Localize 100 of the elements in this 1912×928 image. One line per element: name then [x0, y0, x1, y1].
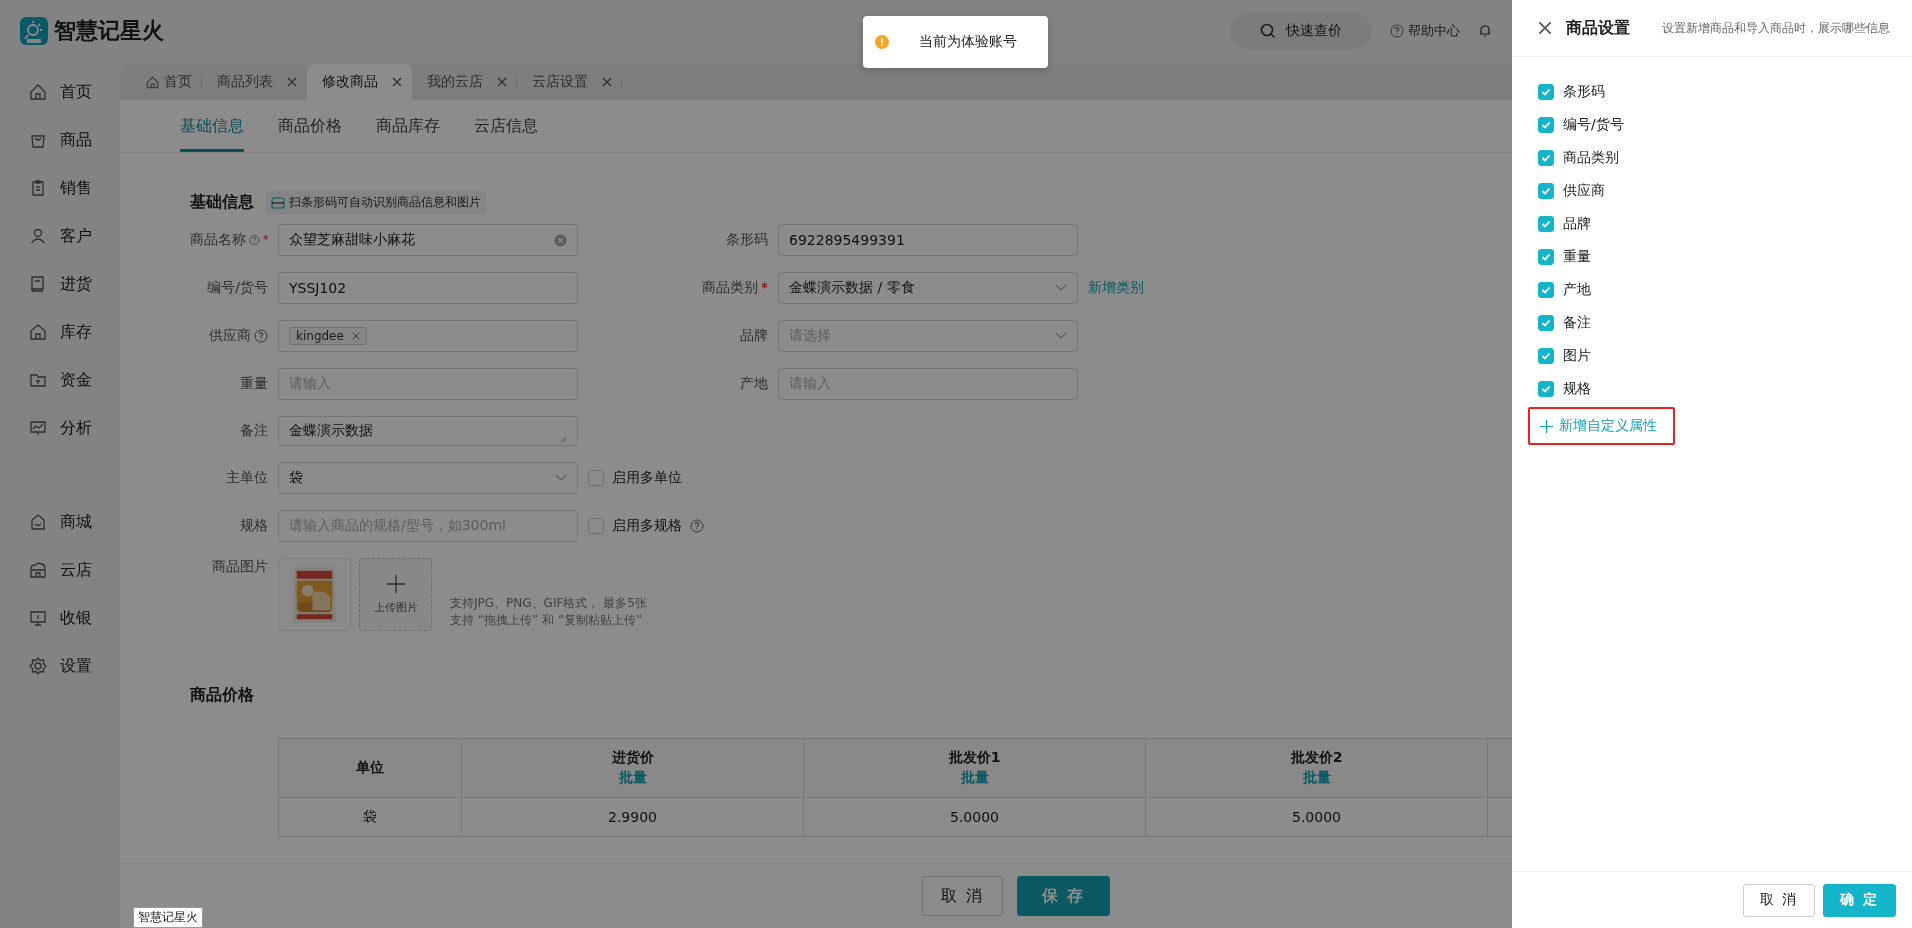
tab[interactable]: 我的云店: [412, 64, 517, 100]
sidebar-item[interactable]: 资金: [0, 356, 120, 404]
checkbox[interactable]: [1538, 215, 1554, 232]
checkbox-label: 启用多规格: [612, 517, 682, 535]
sidebar-item[interactable]: 分析: [0, 404, 120, 452]
upload-button[interactable]: 上传图片: [359, 558, 432, 631]
save-button[interactable]: 保 存: [1016, 876, 1111, 916]
bell-icon[interactable]: [1478, 24, 1492, 38]
checkbox-label: 品牌: [1563, 214, 1591, 233]
tab[interactable]: 首页: [130, 64, 202, 100]
sidebar-item[interactable]: 进货: [0, 260, 120, 308]
tab[interactable]: 商品价格: [278, 104, 342, 152]
field-label: 商品图片: [212, 558, 268, 576]
checkbox[interactable]: [588, 518, 604, 534]
monitor-chart-icon: [28, 418, 48, 438]
checkbox-label: 编号/货号: [1563, 115, 1624, 134]
sidebar-item[interactable]: 商城: [0, 498, 120, 546]
sidebar-item[interactable]: 设置: [0, 642, 120, 690]
select-field[interactable]: 金蝶演示数据 / 零食: [778, 272, 1078, 304]
field-label: 商品名称: [190, 231, 246, 249]
checkbox[interactable]: [588, 470, 604, 486]
tab[interactable]: 修改商品: [307, 64, 412, 100]
home-icon: [28, 82, 48, 102]
checkbox[interactable]: [1538, 347, 1554, 364]
sidebar-item[interactable]: 库存: [0, 308, 120, 356]
quick-price-button[interactable]: 快速查价: [1230, 13, 1372, 49]
field-label: 重量: [240, 375, 268, 393]
checkbox[interactable]: [1538, 182, 1554, 199]
field-label: 品牌: [740, 327, 768, 345]
column-header: 进货价: [611, 749, 654, 767]
cancel-button[interactable]: 取 消: [921, 876, 1003, 916]
checkbox-label: 供应商: [1563, 181, 1605, 200]
toast-message: 当前为体验账号: [919, 33, 1017, 51]
warning-icon: [875, 35, 889, 49]
tooltip: 智慧记星火: [133, 907, 203, 928]
text-field[interactable]: 众望芝麻甜味小麻花: [278, 224, 578, 256]
clear-icon[interactable]: [554, 233, 567, 247]
sidebar-item[interactable]: 商品: [0, 116, 120, 164]
checkbox[interactable]: [1538, 116, 1554, 133]
close-icon[interactable]: [602, 77, 612, 87]
person-icon: [28, 226, 48, 246]
home-icon: [145, 74, 160, 90]
checkbox[interactable]: [1538, 248, 1554, 265]
chevron-down-icon: [1055, 284, 1067, 292]
checkbox-label: 备注: [1563, 313, 1591, 332]
checkbox[interactable]: [1538, 83, 1554, 100]
field-label: 备注: [240, 422, 268, 440]
sidebar-item[interactable]: 云店: [0, 546, 120, 594]
checkbox[interactable]: [1538, 380, 1554, 397]
resize-handle-icon[interactable]: [560, 436, 567, 443]
close-icon[interactable]: [287, 77, 297, 87]
tab[interactable]: 云店设置: [517, 64, 622, 100]
house-icon: [28, 322, 48, 342]
add-category-link[interactable]: 新增类别: [1088, 279, 1144, 297]
confirm-button[interactable]: 确 定: [1823, 883, 1896, 917]
text-field[interactable]: YSSJ102: [278, 272, 578, 304]
tab[interactable]: 商品列表: [202, 64, 307, 100]
help-icon[interactable]: [254, 329, 268, 343]
help-circle-icon[interactable]: [1390, 24, 1404, 38]
checkbox[interactable]: [1538, 281, 1554, 298]
gear-icon: [28, 656, 48, 676]
chevron-down-icon: [1055, 332, 1067, 340]
checkbox-label: 图片: [1563, 346, 1591, 365]
close-icon[interactable]: [1538, 21, 1552, 35]
table-cell: 5.0000: [1292, 809, 1341, 825]
checkbox[interactable]: [1538, 314, 1554, 331]
remove-icon[interactable]: [351, 332, 360, 340]
add-attribute-button[interactable]: 新增自定义属性: [1528, 407, 1675, 445]
tab[interactable]: 商品库存: [376, 104, 440, 152]
sidebar-item[interactable]: 销售: [0, 164, 120, 212]
table-cell: 2.9900: [608, 809, 657, 825]
search-icon: [1260, 23, 1276, 39]
section-title: 基础信息: [190, 192, 254, 213]
checkbox-label: 规格: [1563, 379, 1591, 398]
tab[interactable]: 基础信息: [180, 104, 244, 152]
field-label: 规格: [240, 517, 268, 535]
cancel-button[interactable]: 取 消: [1742, 883, 1816, 917]
field-label: 产地: [740, 375, 768, 393]
column-header: 批发价1: [948, 749, 1001, 767]
help-icon[interactable]: [249, 233, 260, 247]
sidebar-item[interactable]: 首页: [0, 68, 120, 116]
table-cell: 5.0000: [950, 809, 999, 825]
drawer-title: 商品设置: [1566, 17, 1630, 39]
barcode-icon: [271, 196, 285, 209]
text-area[interactable]: 金蝶演示数据: [278, 416, 578, 446]
select-field[interactable]: 袋: [278, 462, 578, 494]
text-field[interactable]: 6922895499391: [778, 224, 1078, 256]
checkbox[interactable]: [1538, 149, 1554, 166]
help-link[interactable]: 帮助中心: [1390, 22, 1460, 40]
close-icon[interactable]: [392, 77, 402, 87]
shop-icon: [28, 512, 48, 532]
tag-field[interactable]: kingdee: [278, 320, 578, 352]
tab[interactable]: 云店信息: [474, 104, 538, 152]
sidebar-item[interactable]: 客户: [0, 212, 120, 260]
close-icon[interactable]: [497, 77, 507, 87]
help-icon[interactable]: [690, 519, 704, 533]
sidebar-item[interactable]: 收银: [0, 594, 120, 642]
monitor-icon: [28, 608, 48, 628]
field-label: 条形码: [726, 231, 768, 249]
tag[interactable]: kingdee: [289, 327, 367, 345]
